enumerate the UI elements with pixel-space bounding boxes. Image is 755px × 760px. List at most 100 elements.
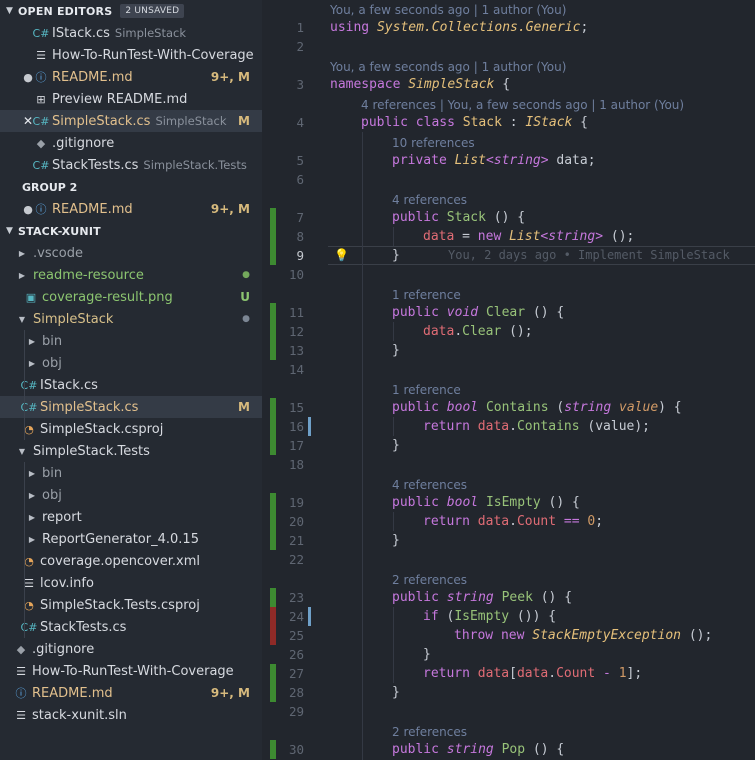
chevron-right-icon[interactable]: ▶ [26,337,38,346]
git-added-marker[interactable] [270,227,276,246]
git-added-marker[interactable] [270,208,276,227]
code-line[interactable]: 21 } [262,531,755,550]
code-line[interactable]: 15 public bool Contains (string value) { [262,398,755,417]
tree-folder[interactable]: ▶ report [0,506,262,528]
chevron-down-icon[interactable]: ▼ [6,6,18,16]
chevron-down-icon[interactable]: ▼ [16,447,28,456]
tree-file[interactable]: ◔ SimpleStack.Tests.csproj [0,594,262,616]
code-line[interactable]: 26 } [262,645,755,664]
git-added-marker[interactable] [270,417,276,436]
code-line[interactable]: 8 data = new List<string> (); [262,227,755,246]
tree-folder[interactable]: ▶ obj [0,484,262,506]
lightbulb-icon[interactable]: 💡 [334,246,349,265]
open-editor-item[interactable]: ✕ C# SimpleStack.cs SimpleStack M [0,110,262,132]
chevron-right-icon[interactable]: ▶ [26,359,38,368]
open-editors-header[interactable]: ▼ OPEN EDITORS 2 UNSAVED [0,0,262,22]
git-added-marker[interactable] [270,436,276,455]
git-added-marker[interactable] [270,512,276,531]
solution-file-icon: ☰ [16,708,26,722]
chevron-down-icon[interactable]: ▼ [6,226,18,236]
code-line[interactable]: 25 throw new StackEmptyException (); [262,626,755,645]
open-editors-title: OPEN EDITORS [18,4,113,18]
tree-folder[interactable]: ▶ .vscode [0,242,262,264]
git-added-marker[interactable] [270,588,276,607]
explorer-header[interactable]: ▼ STACK-XUNIT [0,220,262,242]
chevron-right-icon[interactable]: ▶ [26,469,38,478]
tree-folder[interactable]: ▶ ReportGenerator_4.0.15 [0,528,262,550]
chevron-down-icon[interactable]: ▼ [16,315,28,324]
open-editor-item[interactable]: ● ⓘ README.md 9+, M [0,66,262,88]
code-line[interactable]: 4 public class Stack : IStack { [262,113,755,132]
code-line[interactable]: 23 public string Peek () { [262,588,755,607]
tree-folder[interactable]: ▶ bin [0,462,262,484]
tree-folder[interactable]: ▼ SimpleStack.Tests [0,440,262,462]
code-line[interactable]: 3 namespace SimpleStack { [262,75,755,94]
open-editor-item[interactable]: ⊞ Preview README.md [0,88,262,110]
git-dot-icon: ● [242,314,250,324]
tree-folder[interactable]: ▶ obj [0,352,262,374]
code-line[interactable]: 5 private List<string> data; [262,151,755,170]
git-added-marker[interactable] [270,664,276,683]
chevron-right-icon[interactable]: ▶ [26,513,38,522]
code-line[interactable]: 13 } [262,341,755,360]
open-editor-item[interactable]: ● ⓘ README.md 9+, M [0,198,262,220]
tree-file[interactable]: ▣ coverage-result.png U [0,286,262,308]
chevron-right-icon[interactable]: ▶ [16,249,28,258]
code-line[interactable]: 7 public Stack () { [262,208,755,227]
code-line[interactable]: 19 public bool IsEmpty () { [262,493,755,512]
tree-file[interactable]: C# StackTests.cs [0,616,262,638]
code-line[interactable]: 28 } [262,683,755,702]
git-added-marker[interactable] [270,398,276,417]
tree-file[interactable]: ☰ How-To-RunTest-With-Coverage [0,660,262,682]
code-line[interactable]: 16 return data.Contains (value); [262,417,755,436]
open-editor-item[interactable]: C# StackTests.cs SimpleStack.Tests [0,154,262,176]
tree-file[interactable]: ☰ stack-xunit.sln [0,704,262,726]
git-added-marker[interactable] [270,493,276,512]
code-editor[interactable]: You, a few seconds ago | 1 author (You) … [262,0,755,760]
tree-folder[interactable]: ▼ SimpleStack ● [0,308,262,330]
tree-file[interactable]: ◔ SimpleStack.csproj [0,418,262,440]
code-line-current[interactable]: 9 💡 } You, 2 days ago • Implement Simple… [262,246,755,265]
tree-file[interactable]: C# SimpleStack.cs M [0,396,262,418]
git-modified-marker[interactable] [308,417,311,436]
chevron-right-icon[interactable]: ▶ [26,535,38,544]
tree-file[interactable]: ◔ coverage.opencover.xml [0,550,262,572]
tree-file[interactable]: C# IStack.cs [0,374,262,396]
code-line[interactable]: 24 if (IsEmpty ()) { [262,607,755,626]
git-added-marker[interactable] [270,531,276,550]
code-line[interactable]: 11 public void Clear () { [262,303,755,322]
open-editor-item[interactable]: ◆ .gitignore [0,132,262,154]
text-file-icon: ☰ [16,664,26,678]
git-deleted-marker[interactable] [270,626,276,645]
group-2-label: GROUP 2 [22,180,78,194]
open-editor-item[interactable]: C# IStack.cs SimpleStack [0,22,262,44]
git-added-marker[interactable] [270,246,276,265]
git-added-marker[interactable] [270,740,276,759]
git-deleted-marker[interactable] [270,607,276,626]
tree-file[interactable]: ◆ .gitignore [0,638,262,660]
tree-file[interactable]: ☰ lcov.info [0,572,262,594]
git-added-marker[interactable] [270,322,276,341]
git-added-marker[interactable] [270,341,276,360]
code-line[interactable]: 30 public string Pop () { [262,740,755,759]
code-line[interactable]: 27 return data[data.Count - 1]; [262,664,755,683]
tree-folder[interactable]: ▶ bin [0,330,262,352]
code-line[interactable]: 20 return data.Count == 0; [262,512,755,531]
unsaved-dot-icon[interactable]: ● [22,203,34,216]
code-line[interactable]: 1 using System.Collections.Generic; [262,18,755,37]
chevron-right-icon[interactable]: ▶ [26,491,38,500]
image-file-icon: ▣ [25,290,37,304]
open-editor-item[interactable]: ☰ How-To-RunTest-With-Coverage [0,44,262,66]
git-added-marker[interactable] [270,303,276,322]
git-added-marker[interactable] [270,683,276,702]
chevron-right-icon[interactable]: ▶ [16,271,28,280]
indent-guide [393,417,394,436]
indent-guide [393,227,394,246]
git-modified-marker[interactable] [308,607,311,626]
tree-file[interactable]: ⓘ README.md 9+, M [0,682,262,704]
code-line[interactable]: 12 data.Clear (); [262,322,755,341]
code-line[interactable]: 17 } [262,436,755,455]
csharp-icon: C# [32,114,50,128]
tree-folder[interactable]: ▶ readme-resource ● [0,264,262,286]
unsaved-dot-icon[interactable]: ● [22,71,34,84]
